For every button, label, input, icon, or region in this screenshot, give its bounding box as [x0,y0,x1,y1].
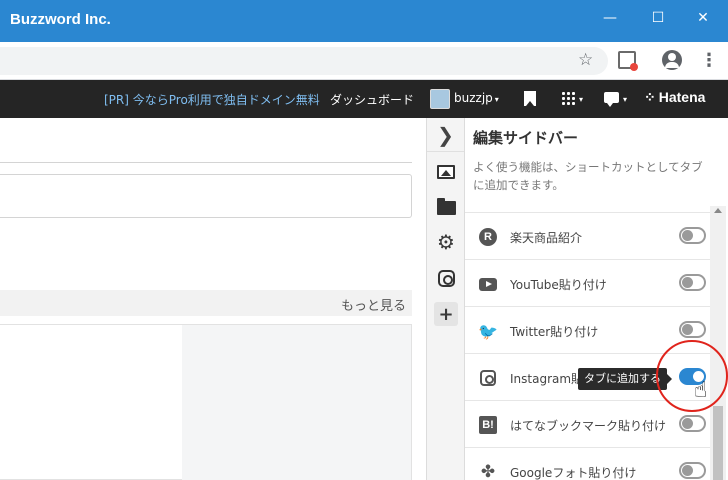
minimize-button[interactable]: — [597,8,623,28]
content-right-pane [182,325,411,480]
toggle-switch[interactable] [679,321,706,338]
panel-description: よく使う機能は、ショートカットとしてタブに追加できます。 [473,160,703,192]
gear-icon[interactable]: ⚙ [435,230,457,254]
toggle-switch[interactable] [679,274,706,291]
item-label: Googleフォト貼り付け [510,466,637,480]
editor-input[interactable] [0,174,412,218]
address-bar[interactable] [0,47,608,75]
chevron-down-icon: ▾ [579,95,584,104]
minimize-icon: — [603,10,617,26]
item-label: はてなブックマーク貼り付け [510,419,667,433]
item-label: 楽天商品紹介 [510,231,583,245]
chat-icon[interactable] [604,92,619,107]
panel-scrollbar[interactable] [710,206,726,480]
hatena-bookmark-icon: B! [478,415,498,435]
youtube-icon [478,274,498,294]
user-menu[interactable]: buzzjp ▾ [454,91,499,105]
maximize-icon: ☐ [651,10,665,26]
avatar[interactable] [430,89,450,109]
content-box[interactable] [0,324,412,480]
editor-area: もっと見る [0,118,426,480]
panel-title: 編集サイドバー [473,129,579,147]
username: buzzjp [454,91,493,105]
toggle-switch[interactable] [679,462,706,479]
hand-cursor-icon: ☝ [694,378,708,403]
window-titlebar: Buzzword Inc. — ☐ ✕ [0,0,728,42]
instagram-icon[interactable] [435,267,457,289]
item-label: Twitter貼り付け [510,325,599,339]
scroll-up-icon[interactable] [714,208,722,213]
close-icon: ✕ [697,10,709,26]
window-title: Buzzword Inc. [10,11,111,28]
chevron-down-icon: ▾ [494,95,499,104]
toggle-switch[interactable] [679,415,706,432]
hatena-logo-mark: ⁘ [644,89,656,105]
browser-toolbar: ☆ ⋮ [0,42,728,80]
hatena-header: [PR] 今ならPro利用で独自ドメイン無料 ダッシュボード buzzjp ▾ ▾… [0,80,728,118]
dashboard-link[interactable]: ダッシュボード [330,91,414,108]
list-item: B! はてなブックマーク貼り付け [465,401,711,448]
add-to-tab-tooltip: タブに追加する [578,368,672,390]
instagram-icon [478,368,498,388]
item-label: YouTube貼り付け [510,278,607,292]
bookmark-icon[interactable] [524,91,536,106]
more-bar: もっと見る [0,290,412,316]
hatena-logo[interactable]: ⁘ Hatena [644,89,705,106]
twitter-icon: 🐦 [478,321,498,341]
more-link[interactable]: もっと見る [341,295,406,314]
google-photos-icon: ✤ [480,462,496,480]
promo-link[interactable]: [PR] 今ならPro利用で独自ドメイン無料 [104,91,320,108]
title-underline [0,162,412,163]
edit-sidebar-panel: 編集サイドバー よく使う機能は、ショートカットとしてタブに追加できます。 R 楽… [464,118,728,480]
rakuten-icon: R [478,227,498,247]
add-icon[interactable]: + [434,302,458,326]
scroll-thumb[interactable] [713,406,723,480]
chevron-right-icon: ❯ [437,122,454,147]
folder-icon[interactable] [435,197,457,219]
apps-grid-icon[interactable] [561,91,575,105]
browser-menu-icon[interactable]: ⋮ [700,50,718,71]
collapse-sidebar-button[interactable]: ❯ [427,118,464,152]
hatena-logo-text: Hatena [658,89,706,105]
list-item: ✤ Googleフォト貼り付け [465,448,711,480]
toggle-switch[interactable] [679,227,706,244]
bookmark-star-icon[interactable]: ☆ [578,50,593,70]
close-button[interactable]: ✕ [690,8,716,28]
extension-icon[interactable] [618,51,638,71]
sidebar-icon-column: ❯ ⚙ + [426,118,464,480]
chevron-down-icon: ▾ [623,95,628,104]
list-item: YouTube貼り付け [465,260,711,307]
list-item: R 楽天商品紹介 [465,213,711,260]
maximize-button[interactable]: ☐ [645,8,671,28]
highlight-circle [656,340,728,412]
profile-icon[interactable] [662,50,682,70]
photo-icon[interactable] [435,161,457,183]
